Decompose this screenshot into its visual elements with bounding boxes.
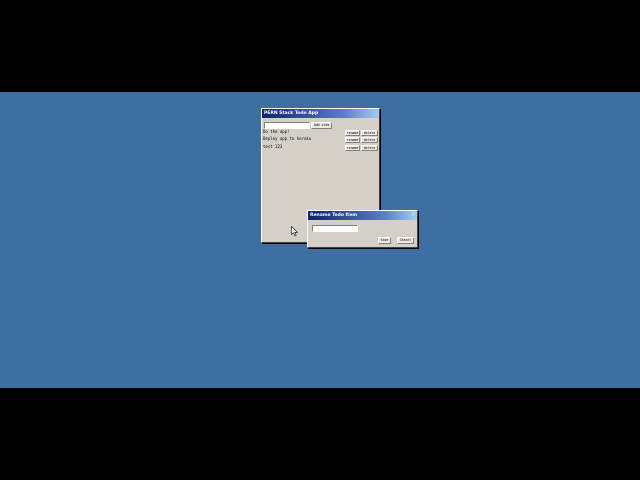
close-icon[interactable]: ×: [411, 211, 415, 220]
save-button[interactable]: Save: [378, 237, 391, 244]
rename-button[interactable]: rename: [345, 137, 360, 143]
rename-input[interactable]: [312, 225, 358, 232]
todo-app-titlebar[interactable]: PERN Stack Todo App: [262, 109, 379, 118]
rename-button[interactable]: rename: [345, 145, 360, 151]
add-item-button[interactable]: Add item: [311, 122, 332, 129]
dialog-title: Rename Todo Item: [310, 213, 358, 218]
rename-dialog-titlebar[interactable]: Rename Todo Item ×: [308, 211, 417, 220]
rename-dialog: Rename Todo Item × Save Cancel: [307, 210, 418, 248]
todo-row: Deploy app to heroku rename delete: [262, 136, 379, 143]
todo-text: Deploy app to heroku: [263, 136, 312, 141]
todo-row: test 123 rename delete: [262, 144, 379, 151]
todo-text: test 123: [263, 144, 283, 149]
new-item-input[interactable]: [264, 122, 310, 129]
delete-button[interactable]: delete: [361, 145, 378, 151]
todo-text: Do the app!: [263, 129, 290, 134]
window-title: PERN Stack Todo App: [264, 111, 319, 116]
mouse-pointer-icon: [291, 226, 299, 237]
delete-button[interactable]: delete: [361, 137, 378, 143]
cancel-button[interactable]: Cancel: [397, 237, 414, 244]
todo-row: Do the app! rename delete: [262, 129, 379, 136]
